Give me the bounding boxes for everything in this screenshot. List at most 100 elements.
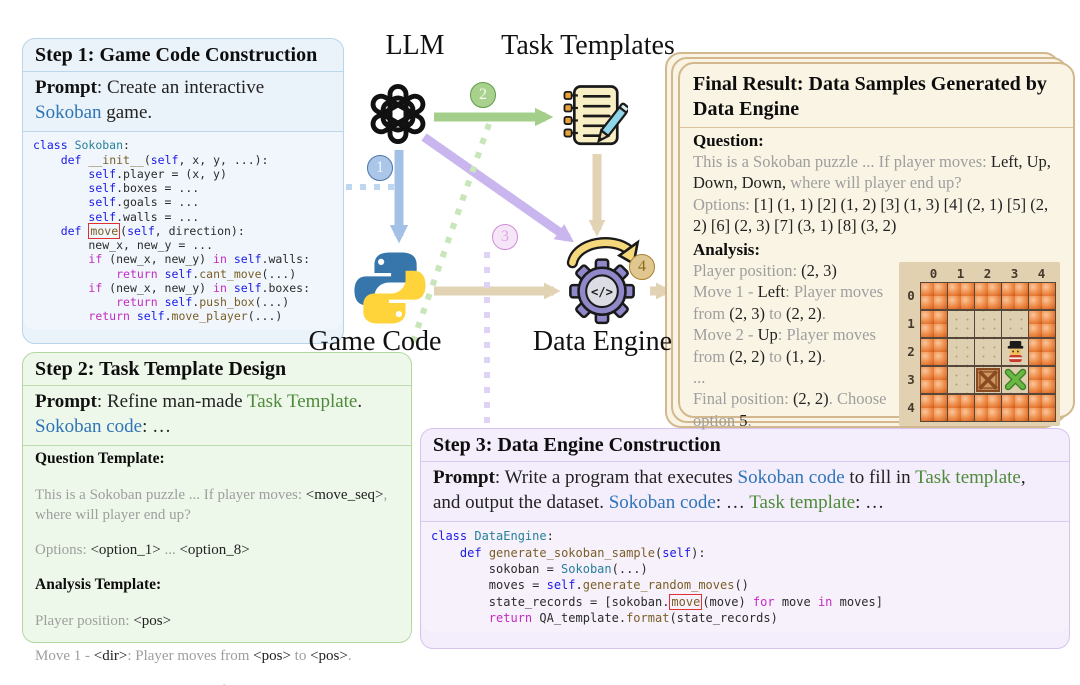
box-icon: [976, 368, 1000, 392]
code-line: def move(self, direction):: [33, 224, 333, 238]
text-segment: cant_move: [199, 267, 261, 281]
text-segment: to: [765, 304, 786, 323]
step3-prompt: Prompt: Write a program that executes So…: [421, 462, 1069, 521]
text-segment: .: [348, 648, 352, 664]
text-segment: in: [213, 281, 227, 295]
wall-cell: [948, 283, 975, 310]
text-segment: (2, 2): [793, 389, 829, 408]
text-segment: [431, 611, 489, 625]
text-segment: [33, 195, 88, 209]
code-line: return self.move_player(...): [33, 309, 333, 323]
text-segment: :: [547, 529, 554, 543]
text-segment: return: [116, 267, 158, 281]
text-segment: [482, 546, 489, 560]
text-segment: move_player: [172, 309, 248, 323]
text-segment: to fill in: [845, 467, 915, 488]
step1-panel: Step 1: Game Code Construction Prompt: C…: [22, 38, 344, 344]
text-segment: Sokoban code: [738, 467, 845, 488]
text-segment: self: [88, 181, 116, 195]
text-segment: def: [460, 546, 482, 560]
text-segment: self: [151, 153, 179, 167]
question-label: Question:: [693, 128, 1060, 151]
step1-title: Step 1: Game Code Construction: [23, 39, 343, 71]
code-line: return self.cant_move(...): [33, 267, 333, 281]
grid-row-label: 4: [902, 394, 920, 421]
grid-body: 01234: [902, 282, 1056, 422]
step3-panel: Step 3: Data Engine Construction Prompt:…: [420, 428, 1070, 649]
code-line: self.player = (x, y): [33, 167, 333, 181]
text-segment: [33, 295, 116, 309]
text-segment: <pos>: [133, 613, 171, 629]
text-segment: (2, 3): [729, 304, 765, 323]
text-segment: in: [818, 595, 832, 609]
text-paragraph: This is a Sokoban puzzle ... If player m…: [35, 485, 399, 525]
text-segment: [158, 267, 165, 281]
text-segment: format: [626, 611, 669, 625]
grid-row: 1: [902, 310, 1056, 338]
code-line: return self.push_box(...): [33, 295, 333, 309]
text-segment: [227, 252, 234, 266]
floor-cell: [975, 339, 1002, 366]
text-segment: game.: [102, 102, 153, 123]
text-segment: (): [734, 578, 748, 592]
text-segment: Prompt: [35, 77, 97, 98]
analysis-template-label: Analysis Template:: [35, 575, 399, 596]
text-paragraph: Options: [1] (1, 1) [2] (1, 2) [3] (1, 3…: [693, 194, 1060, 237]
text-segment: (: [144, 153, 151, 167]
grid-col-label: 2: [974, 265, 1001, 282]
text-segment: [130, 309, 137, 323]
text-segment: (2, 2): [729, 347, 765, 366]
text-segment: [68, 138, 75, 152]
text-segment: ...: [693, 368, 705, 387]
text-paragraph: Options: <option_1> ... <option_8>: [35, 540, 399, 560]
text-segment: self: [127, 224, 155, 238]
task-templates-label: Task Templates: [488, 30, 688, 62]
arrow-llm-to-engine: [424, 137, 568, 238]
text-segment: Sokoban code: [609, 492, 716, 513]
text-segment: self: [547, 578, 576, 592]
text-segment: (1, 2): [786, 347, 822, 366]
text-segment: def: [61, 224, 82, 238]
text-segment: : Player moves from: [127, 648, 253, 664]
text-segment: self: [137, 309, 165, 323]
text-segment: self: [234, 281, 262, 295]
text-segment: state_records = [sokoban.: [431, 595, 669, 609]
text-paragraph: Player position: <pos>: [35, 611, 399, 631]
text-segment: <dir>: [94, 648, 128, 664]
text-segment: .: [748, 411, 752, 430]
wall-cell: [1002, 283, 1029, 310]
code-line: self.walls = ...: [33, 210, 333, 224]
text-segment: : …: [142, 416, 171, 437]
text-segment: __init__: [88, 153, 143, 167]
code-line: class Sokoban:: [33, 138, 333, 152]
text-segment: .: [822, 304, 826, 323]
wall-cell: [921, 283, 948, 310]
text-segment: (2, 2): [786, 304, 822, 323]
text-segment: : Create an interactive: [97, 77, 264, 98]
code-line: state_records = [sokoban.move(move) for …: [431, 594, 1059, 610]
step2-templates: Question Template: This is a Sokoban puz…: [23, 446, 411, 685]
text-segment: generate_random_moves: [583, 578, 735, 592]
text-segment: Options:: [35, 542, 90, 558]
wall-cell: [1029, 367, 1056, 394]
grid-corner: [902, 265, 920, 282]
floor-cell: [948, 367, 975, 394]
wall-cell: [921, 367, 948, 394]
code-line: return QA_template.format(state_records): [431, 610, 1059, 626]
box-cell: [975, 367, 1002, 394]
llm-label: LLM: [355, 30, 475, 62]
code-line: if (new_x, new_y) in self.walls:: [33, 252, 333, 266]
text-segment: This is a Sokoban puzzle ... If player m…: [693, 152, 991, 171]
text-segment: DataEngine: [474, 529, 546, 543]
wall-cell: [921, 395, 948, 422]
wall-cell: [921, 311, 948, 338]
text-segment: .goals = ...: [116, 195, 199, 209]
text-segment: if: [88, 252, 102, 266]
grid-row-label: 0: [902, 282, 920, 309]
wall-cell: [1029, 283, 1056, 310]
text-segment: Sokoban: [561, 562, 612, 576]
grid-col-label: 0: [920, 265, 947, 282]
question-text: This is a Sokoban puzzle ... If player m…: [693, 151, 1060, 237]
text-segment: Left: [758, 282, 785, 301]
text-segment: where will player end up?: [786, 173, 961, 192]
